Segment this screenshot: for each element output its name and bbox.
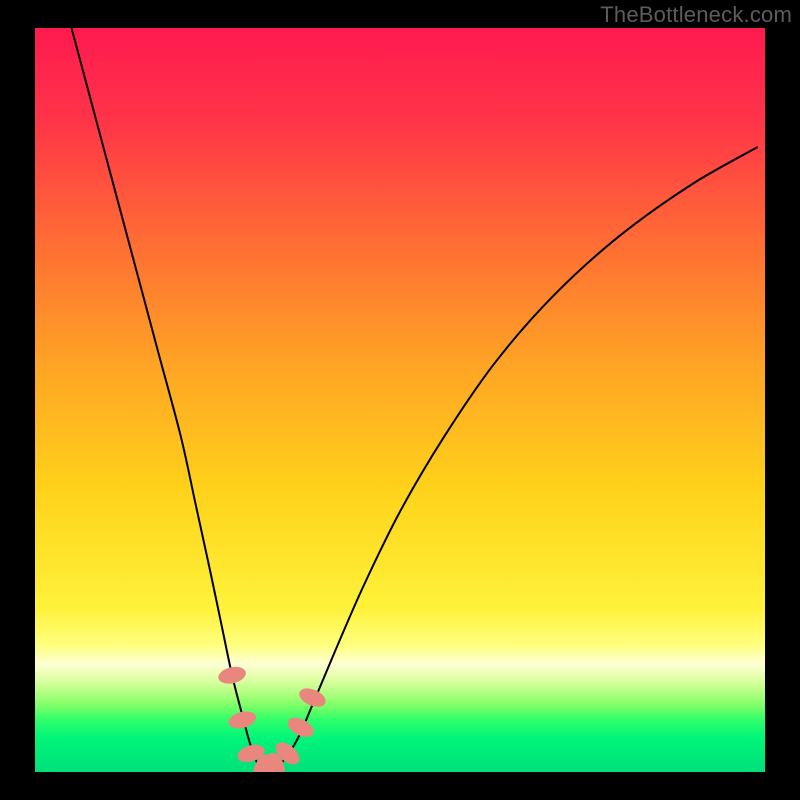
optimal-marker (227, 709, 258, 732)
watermark-text: TheBottleneck.com (600, 2, 792, 28)
plot-area (35, 28, 765, 772)
chart-svg (35, 28, 765, 772)
chart-frame: TheBottleneck.com (0, 0, 800, 800)
optimal-marker (217, 664, 248, 686)
marker-group (217, 664, 329, 772)
optimal-marker (285, 714, 317, 741)
bottleneck-curve (72, 28, 758, 769)
